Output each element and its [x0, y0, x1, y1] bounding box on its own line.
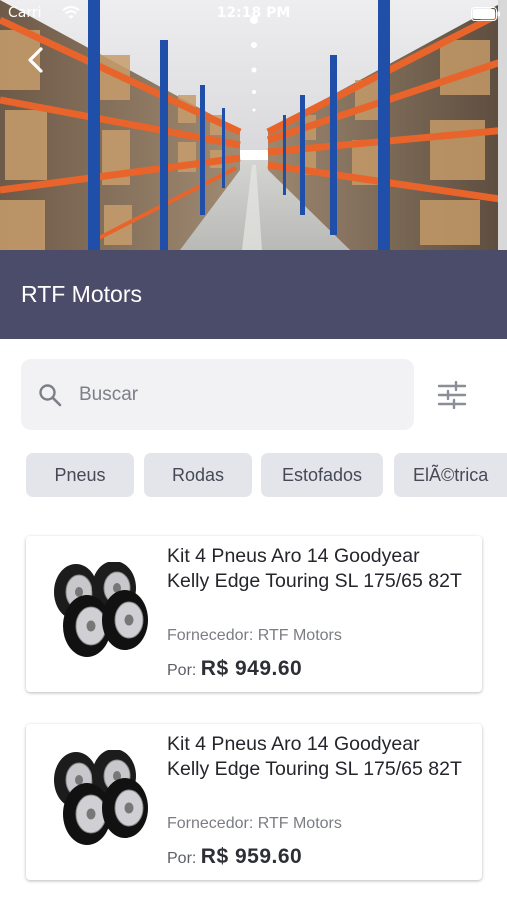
category-chips: Pneus Rodas Estofados ElÃ©trica: [26, 453, 507, 498]
price-value: R$ 949.60: [200, 657, 303, 680]
category-chip-pneus[interactable]: Pneus: [26, 453, 134, 497]
category-chip-rodas[interactable]: Rodas: [144, 453, 252, 497]
price-label: Por:: [167, 662, 197, 679]
price-label: Por:: [167, 850, 197, 867]
category-chip-eletrica[interactable]: ElÃ©trica: [394, 453, 507, 497]
store-screen: Carri 12:18 PM RTF Motors Buscar Pneus R…: [0, 0, 507, 900]
status-time: 12:18 PM: [216, 5, 291, 21]
filter-button[interactable]: [432, 375, 472, 415]
store-title: RTF Motors: [21, 281, 142, 307]
warehouse-hero-image: Carri 12:18 PM: [0, 0, 507, 250]
chevron-left-icon: [28, 47, 43, 73]
product-card[interactable]: Kit 4 Pneus Aro 14 Goodyear Kelly Edge T…: [26, 536, 482, 692]
category-chip-label: Pneus: [54, 464, 106, 485]
category-chip-label: Rodas: [171, 464, 225, 485]
product-supplier: Fornecedor: RTF Motors: [167, 815, 342, 832]
search-icon: [38, 383, 62, 412]
price-value: R$ 959.60: [200, 845, 303, 868]
battery-icon: [471, 7, 501, 21]
category-chip-label: Estofados: [281, 464, 363, 485]
category-chip-estofados[interactable]: Estofados: [261, 453, 383, 497]
tires-icon: [46, 561, 151, 662]
price-line: Por: R$ 949.60: [167, 657, 302, 681]
price-line: Por: R$ 959.60: [167, 845, 302, 869]
search-box[interactable]: [21, 359, 414, 430]
category-chip-label: ElÃ©trica: [413, 464, 489, 485]
product-name: Kit 4 Pneus Aro 14 Goodyear Kelly Edge T…: [167, 545, 462, 592]
status-bar: Carri 12:18 PM: [0, 0, 507, 28]
product-supplier: Fornecedor: RTF Motors: [167, 627, 342, 644]
sliders-icon: [437, 381, 467, 409]
back-button[interactable]: [18, 42, 54, 78]
search-input[interactable]: [79, 379, 399, 411]
product-card[interactable]: Kit 4 Pneus Aro 14 Goodyear Kelly Edge T…: [26, 724, 482, 880]
tires-icon: [46, 749, 151, 850]
product-name: Kit 4 Pneus Aro 14 Goodyear Kelly Edge T…: [167, 733, 462, 780]
